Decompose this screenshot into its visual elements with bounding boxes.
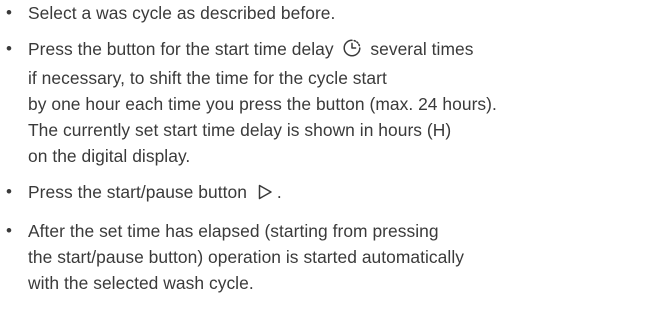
step-text: Select a was cycle as described before. <box>28 3 336 23</box>
list-item-start-delay: • Press the button for the start time de… <box>6 36 672 169</box>
step-text: by one hour each time you press the butt… <box>28 94 497 114</box>
step-text: Press the button for the start time dela… <box>28 39 334 59</box>
bullet: • <box>6 39 13 58</box>
list-item-auto-start: • After the set time has elapsed (starti… <box>6 218 672 296</box>
step-text: After the set time has elapsed (starting… <box>28 221 439 241</box>
step-text-line: Press the button for the start time dela… <box>28 36 672 65</box>
step-text: Press the start/pause button <box>28 182 247 202</box>
step-text-line: Press the start/pause button . <box>28 179 672 208</box>
bullet: • <box>6 3 13 22</box>
step-text: on the digital display. <box>28 146 191 166</box>
step-text: with the selected wash cycle. <box>28 273 254 293</box>
step-text: the start/pause button) operation is sta… <box>28 247 464 267</box>
step-text: if necessary, to shift the time for the … <box>28 68 387 88</box>
clock-icon <box>342 38 362 65</box>
step-text: several times <box>370 39 474 59</box>
bullet: • <box>6 182 13 201</box>
list-item-select-cycle: • Select a was cycle as described before… <box>6 0 672 26</box>
bullet: • <box>6 221 13 240</box>
step-text: . <box>276 182 282 202</box>
step-text: The currently set start time delay is sh… <box>28 120 452 140</box>
play-triangle-icon <box>256 182 274 208</box>
list-item-press-start: • Press the start/pause button . <box>6 179 672 208</box>
instruction-list: • Select a was cycle as described before… <box>6 0 672 296</box>
